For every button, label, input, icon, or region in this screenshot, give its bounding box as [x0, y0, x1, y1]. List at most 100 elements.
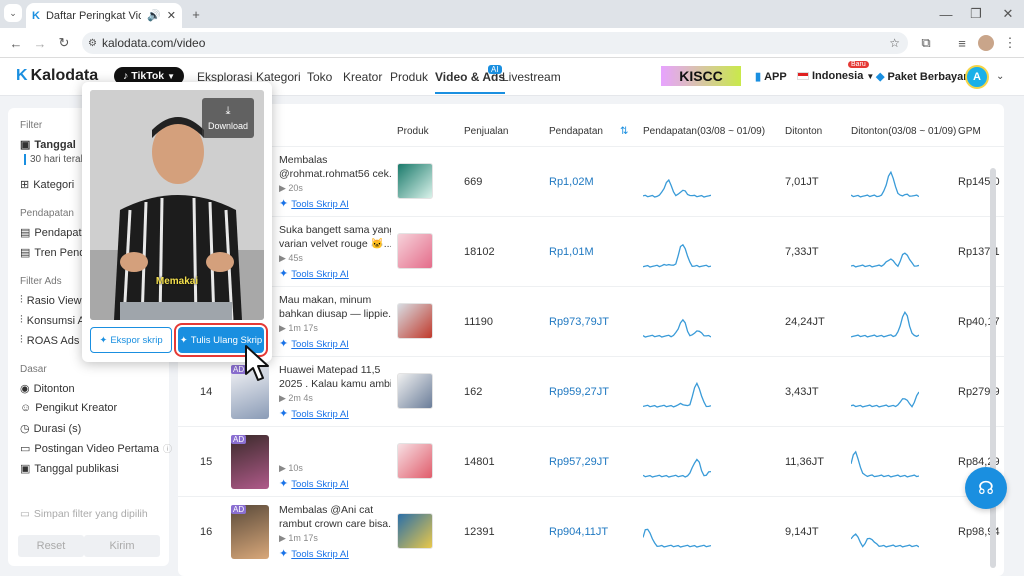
filter-roas-label: ROAS Ads [26, 334, 80, 347]
chrome-menu-icon[interactable]: ⋮ [1000, 33, 1020, 53]
nav-kreator[interactable]: Kreator [343, 70, 382, 84]
user-avatar[interactable]: A [965, 65, 989, 89]
support-headset-icon[interactable]: ☊ [965, 467, 1007, 509]
filter-first-post[interactable]: ▭ Postingan Video Pertama ⓘ [20, 442, 172, 456]
filter-publish-date[interactable]: ▣ Tanggal publikasi [20, 462, 119, 476]
filter-duration[interactable]: ◷ Durasi (s) [20, 422, 81, 436]
video-title-line1[interactable]: Membalas @Ani cat [279, 503, 391, 517]
filter-view-ratio[interactable]: ⫶ Rasio Views [20, 294, 87, 307]
forward-icon[interactable]: → [30, 33, 50, 53]
paid-plan-link[interactable]: ◆ Paket Berbayar [876, 70, 968, 84]
play-icon: ▶ [279, 393, 289, 403]
site-info-icon[interactable]: ⚙ [88, 38, 97, 49]
table-row[interactable]: 14 AD Huawei Matepad 11,5 2025 . Kalau kamu… [178, 356, 1004, 426]
video-title-line1[interactable]: Membalas [279, 153, 391, 167]
product-image[interactable] [397, 163, 433, 199]
paid-plan-label: Paket Berbayar [887, 70, 968, 83]
table-row[interactable]: 15 AD ▶ 10s ✦ Tools Skrip AI 14801 Rp957,29JT… [178, 426, 1004, 496]
reload-icon[interactable]: ↻ [54, 33, 74, 53]
views-value: 11,36JT [785, 456, 824, 468]
sales-value: 162 [464, 386, 483, 398]
chevron-down-icon[interactable]: ⌄ [996, 71, 1004, 82]
filter-views[interactable]: ◉ Ditonton [20, 382, 75, 396]
filter-creator-followers[interactable]: ☺ Pengikut Kreator [20, 402, 117, 414]
app-download-link[interactable]: ▮ APP [755, 70, 787, 84]
document-icon: ▤ [20, 227, 31, 239]
column-header-sales[interactable]: Penjualan [464, 126, 508, 137]
video-thumbnail[interactable]: AD [231, 505, 269, 559]
tools-script-ai-link[interactable]: ✦ Tools Skrip AI [279, 477, 349, 490]
table-row[interactable]: Membalas @rohmat.rohmat56 cek... ▶ 20s ✦ To… [178, 146, 1004, 216]
column-header-views-trend[interactable]: Ditonton(03/08 ~ 01/09) [851, 126, 956, 137]
video-duration: ▶ 10s [279, 463, 303, 474]
product-image[interactable] [397, 303, 433, 339]
nav-toko[interactable]: Toko [307, 70, 332, 84]
tools-script-ai-link[interactable]: ✦ Tools Skrip AI [279, 337, 349, 350]
filter-date[interactable]: ▣ Tanggal [20, 138, 76, 152]
product-image[interactable] [397, 373, 433, 409]
save-filter-label: Simpan filter yang dipilih [33, 508, 148, 520]
chart-icon: ⫶ [20, 314, 23, 326]
bookmark-star-icon[interactable]: ☆ [889, 36, 900, 50]
profile-avatar[interactable] [978, 35, 994, 51]
back-icon[interactable]: ← [6, 33, 26, 53]
rank-number: 15 [200, 456, 213, 468]
reset-button[interactable]: Reset [18, 535, 84, 557]
phone-icon: ▮ [755, 71, 762, 83]
video-title-line2[interactable]: rambut crown care bisa... [279, 517, 391, 531]
video-preview[interactable]: ⤓ Download Memakai [90, 90, 264, 320]
tools-script-ai-link[interactable]: ✦ Tools Skrip AI [279, 197, 349, 210]
filter-date-label: Tanggal [34, 138, 76, 151]
new-tab-button[interactable]: + [186, 4, 206, 24]
nav-livestream[interactable]: Livestream [502, 70, 561, 84]
tab-close-icon[interactable]: ✕ [167, 9, 176, 22]
product-image[interactable] [397, 443, 433, 479]
minimize-icon[interactable]: — [936, 4, 956, 24]
product-image[interactable] [397, 233, 433, 269]
ai-sparkle-icon: ✦ [279, 548, 292, 560]
column-header-revenue-trend[interactable]: Pendapatan(03/08 ~ 01/09) [643, 126, 765, 137]
submit-button[interactable]: Kirim [84, 535, 160, 557]
table-row[interactable]: 16 AD Membalas @Ani cat rambut crown care b… [178, 496, 1004, 566]
video-title-line1[interactable]: Mau makan, minum [279, 293, 391, 307]
video-title-line2[interactable]: bahkan diusap — lippie... [279, 307, 391, 321]
promo-text: KISCC [679, 68, 723, 84]
table-row[interactable]: Suka bangett sama yang varian velvet roug… [178, 216, 1004, 286]
save-filter-link[interactable]: ▭ Simpan filter yang dipilih [20, 508, 148, 520]
filter-category[interactable]: ⊞ Kategori [20, 178, 74, 192]
video-thumbnail[interactable]: AD [231, 435, 269, 489]
media-control-icon[interactable]: ≡ [952, 33, 972, 53]
table-body: Membalas @rohmat.rohmat56 cek... ▶ 20s ✦ To… [178, 146, 1004, 576]
video-title-line1[interactable]: Huawei Matepad 11,5 [279, 363, 391, 377]
video-title-line2[interactable]: varian velvet rouge 🐱... [279, 237, 391, 251]
sort-icon[interactable]: ⇅ [620, 126, 628, 137]
tools-script-ai-link[interactable]: ✦ Tools Skrip AI [279, 267, 349, 280]
download-button[interactable]: ⤓ Download [202, 98, 254, 138]
video-title-line1[interactable]: Suka bangett sama yang [279, 223, 391, 237]
column-header-views[interactable]: Ditonton [785, 126, 822, 137]
tools-script-ai-link[interactable]: ✦ Tools Skrip AI [279, 547, 349, 560]
restore-icon[interactable]: ❐ [966, 4, 986, 24]
play-icon: ▶ [279, 253, 289, 263]
audio-icon[interactable]: 🔊 [147, 9, 161, 22]
browser-tab[interactable]: K Daftar Peringkat Video TikTok 🔊 ✕ [26, 3, 182, 28]
export-script-button[interactable]: ✦ Ekspor skrip [90, 327, 172, 353]
tab-search-button[interactable]: ⌄ [4, 4, 22, 22]
video-duration: ▶ 1m 17s [279, 323, 318, 334]
help-icon: ⓘ [162, 444, 172, 454]
filter-roas[interactable]: ⫶ ROAS Ads [20, 334, 79, 347]
tools-script-ai-link[interactable]: ✦ Tools Skrip AI [279, 407, 349, 420]
column-header-revenue[interactable]: Pendapatan [549, 126, 603, 137]
url-field[interactable]: ⚙ kalodata.com/video ☆ [82, 32, 908, 54]
product-image[interactable] [397, 513, 433, 549]
promo-banner[interactable]: KISCC [661, 66, 741, 86]
table-row[interactable]: Mau makan, minum bahkan diusap — lippie..… [178, 286, 1004, 356]
video-title-line2[interactable]: 2025 . Kalau kamu ambil... [279, 377, 391, 391]
column-header-gpm[interactable]: GPM [958, 126, 981, 137]
region-selector[interactable]: Indonesia ▼ [797, 70, 874, 82]
nav-produk[interactable]: Produk [390, 70, 428, 84]
extensions-icon[interactable]: ⧉ [916, 33, 936, 53]
close-window-icon[interactable]: ✕ [998, 4, 1018, 24]
chevron-down-icon: ▼ [167, 71, 176, 81]
video-title-line2[interactable]: @rohmat.rohmat56 cek... [279, 167, 391, 181]
